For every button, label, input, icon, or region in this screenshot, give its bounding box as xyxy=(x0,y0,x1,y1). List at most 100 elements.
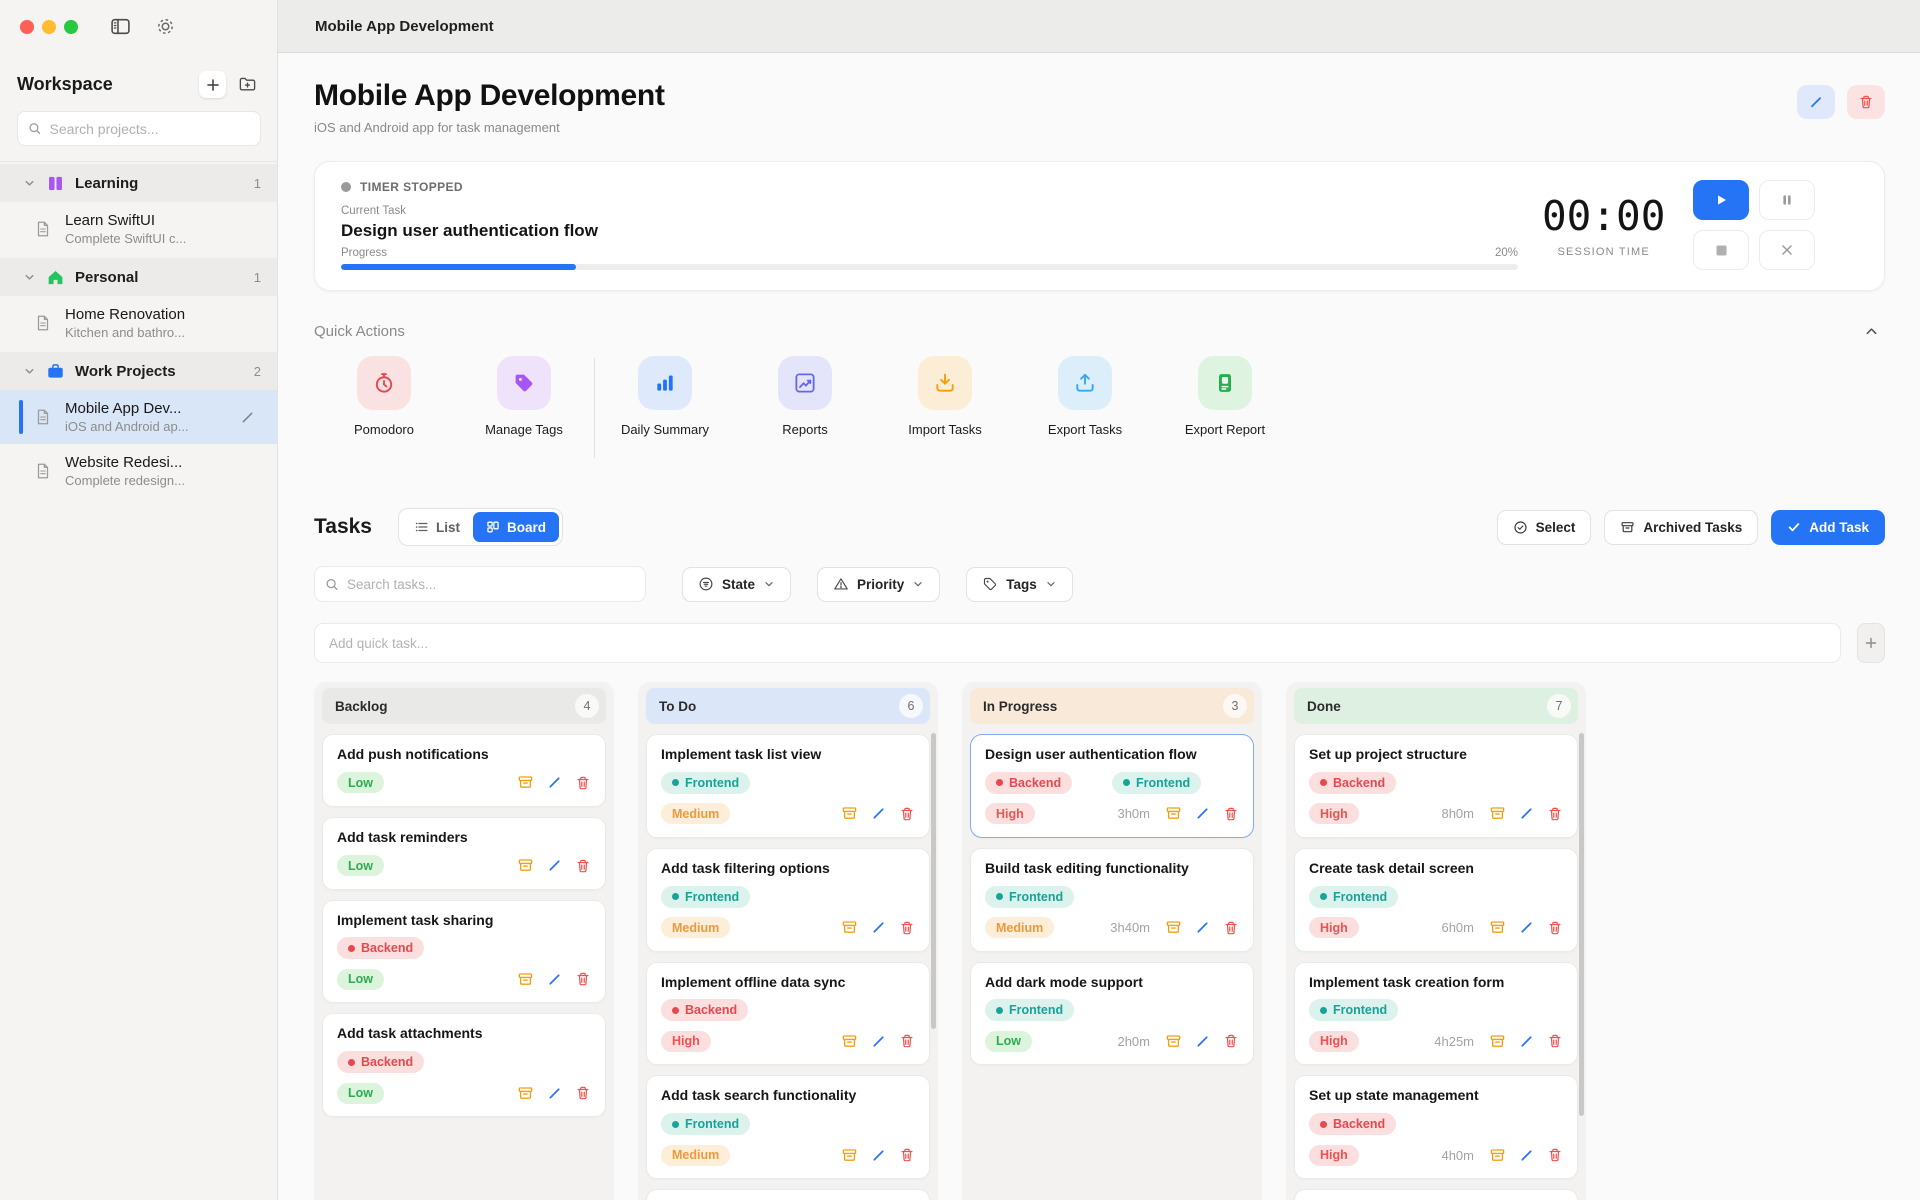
task-card-design-user-authentication-flow[interactable]: Design user authentication flow BackendF… xyxy=(970,734,1254,838)
archive-task-icon[interactable] xyxy=(1165,919,1182,936)
archive-task-icon[interactable] xyxy=(841,1147,858,1164)
quick-action-manage-tags[interactable]: Manage Tags xyxy=(454,356,594,437)
edit-task-icon[interactable] xyxy=(547,972,562,987)
project-search-input[interactable] xyxy=(50,121,250,137)
quick-add-task-button[interactable] xyxy=(1857,623,1885,663)
archive-task-icon[interactable] xyxy=(1489,919,1506,936)
task-card-set-up-state-management[interactable]: Set up state management Backend High 4h0… xyxy=(1294,1075,1578,1179)
edit-task-icon[interactable] xyxy=(871,1034,886,1049)
task-card-build-task-editing-functionality[interactable]: Build task editing functionality Fronten… xyxy=(970,848,1254,952)
column-scrollbar[interactable] xyxy=(931,733,936,1029)
edit-task-icon[interactable] xyxy=(871,1148,886,1163)
delete-task-icon[interactable] xyxy=(899,806,915,822)
archive-task-icon[interactable] xyxy=(517,971,534,988)
archived-tasks-button[interactable]: Archived Tasks xyxy=(1604,510,1758,545)
select-tasks-button[interactable]: Select xyxy=(1497,510,1592,545)
add-project-button[interactable] xyxy=(199,71,226,98)
quick-action-reports[interactable]: Reports xyxy=(735,356,875,437)
task-card-add-task-attachments[interactable]: Add task attachments Backend Low xyxy=(322,1013,606,1117)
timer-close-button[interactable] xyxy=(1759,230,1815,270)
add-folder-button[interactable] xyxy=(234,71,261,98)
archive-task-icon[interactable] xyxy=(1165,1033,1182,1050)
timer-stop-button[interactable] xyxy=(1693,230,1749,270)
delete-task-icon[interactable] xyxy=(899,1033,915,1049)
quick-action-daily-summary[interactable]: Daily Summary xyxy=(595,356,735,437)
edit-task-icon[interactable] xyxy=(871,920,886,935)
task-card-implement-task-creation-form[interactable]: Implement task creation form Frontend Hi… xyxy=(1294,962,1578,1066)
task-card-add-task-filtering-options[interactable]: Add task filtering options Frontend Medi… xyxy=(646,848,930,952)
zoom-window-button[interactable] xyxy=(64,20,78,34)
delete-task-icon[interactable] xyxy=(575,858,591,874)
task-card-add-task-search-functionality[interactable]: Add task search functionality Frontend M… xyxy=(646,1075,930,1179)
sidebar-toggle-icon[interactable] xyxy=(110,16,131,37)
task-card-add-task-reminders[interactable]: Add task reminders Low xyxy=(322,817,606,890)
column-scrollbar[interactable] xyxy=(1579,733,1584,1116)
delete-task-icon[interactable] xyxy=(1547,1033,1563,1049)
edit-task-icon[interactable] xyxy=(1195,1034,1210,1049)
task-search[interactable] xyxy=(314,566,646,602)
edit-task-icon[interactable] xyxy=(547,775,562,790)
delete-task-icon[interactable] xyxy=(1223,1033,1239,1049)
quick-action-import-tasks[interactable]: Import Tasks xyxy=(875,356,1015,437)
archive-task-icon[interactable] xyxy=(1489,805,1506,822)
delete-project-button[interactable] xyxy=(1847,85,1885,119)
task-card-design-app-icon-and-splash-screen[interactable]: Design app icon and splash screen xyxy=(1294,1189,1578,1200)
close-window-button[interactable] xyxy=(20,20,34,34)
archive-task-icon[interactable] xyxy=(1489,1033,1506,1050)
edit-pencil-icon[interactable] xyxy=(240,410,263,425)
settings-gear-icon[interactable] xyxy=(155,16,176,37)
timer-pause-button[interactable] xyxy=(1759,180,1815,220)
delete-task-icon[interactable] xyxy=(575,971,591,987)
view-board-tab[interactable]: Board xyxy=(473,512,559,542)
edit-project-button[interactable] xyxy=(1797,85,1835,119)
edit-task-icon[interactable] xyxy=(1195,920,1210,935)
priority-filter-button[interactable]: Priority xyxy=(817,567,940,602)
sidebar-project-website-redesi[interactable]: Website Redesi... Complete redesign... xyxy=(0,444,277,498)
delete-task-icon[interactable] xyxy=(575,1085,591,1101)
collapse-quick-actions-icon[interactable] xyxy=(1864,324,1885,339)
section-header-learning[interactable]: Learning 1 xyxy=(0,164,277,202)
archive-task-icon[interactable] xyxy=(517,1085,534,1102)
delete-task-icon[interactable] xyxy=(1547,806,1563,822)
delete-task-icon[interactable] xyxy=(1223,920,1239,936)
timer-play-button[interactable] xyxy=(1693,180,1749,220)
task-card-implement-offline-data-sync[interactable]: Implement offline data sync Backend High xyxy=(646,962,930,1066)
task-card-create-task-detail-screen[interactable]: Create task detail screen Frontend High … xyxy=(1294,848,1578,952)
state-filter-button[interactable]: State xyxy=(682,567,791,602)
task-card-implement-task-sharing[interactable]: Implement task sharing Backend Low xyxy=(322,900,606,1004)
delete-task-icon[interactable] xyxy=(1547,920,1563,936)
task-search-input[interactable] xyxy=(347,577,635,592)
delete-task-icon[interactable] xyxy=(899,1147,915,1163)
archive-task-icon[interactable] xyxy=(517,774,534,791)
edit-task-icon[interactable] xyxy=(1519,1034,1534,1049)
edit-task-icon[interactable] xyxy=(1519,920,1534,935)
task-card-create-settings-screen[interactable]: Create settings screen xyxy=(646,1189,930,1200)
delete-task-icon[interactable] xyxy=(575,775,591,791)
minimize-window-button[interactable] xyxy=(42,20,56,34)
quick-add-task-input[interactable] xyxy=(314,623,1841,663)
archive-task-icon[interactable] xyxy=(841,1033,858,1050)
quick-action-export-report[interactable]: Export Report xyxy=(1155,356,1295,437)
quick-action-pomodoro[interactable]: Pomodoro xyxy=(314,356,454,437)
quick-action-export-tasks[interactable]: Export Tasks xyxy=(1015,356,1155,437)
edit-task-icon[interactable] xyxy=(547,858,562,873)
archive-task-icon[interactable] xyxy=(1165,805,1182,822)
archive-task-icon[interactable] xyxy=(1489,1147,1506,1164)
task-card-implement-task-list-view[interactable]: Implement task list view Frontend Medium xyxy=(646,734,930,838)
sidebar-project-learn-swiftui[interactable]: Learn SwiftUI Complete SwiftUI c... xyxy=(0,202,277,256)
edit-task-icon[interactable] xyxy=(1519,806,1534,821)
task-card-set-up-project-structure[interactable]: Set up project structure Backend High 8h… xyxy=(1294,734,1578,838)
sidebar-project-mobile-app-dev[interactable]: Mobile App Dev... iOS and Android ap... xyxy=(0,390,277,444)
edit-task-icon[interactable] xyxy=(1195,806,1210,821)
add-task-button[interactable]: Add Task xyxy=(1771,510,1885,545)
section-header-work-projects[interactable]: Work Projects 2 xyxy=(0,352,277,390)
archive-task-icon[interactable] xyxy=(517,857,534,874)
archive-task-icon[interactable] xyxy=(841,805,858,822)
edit-task-icon[interactable] xyxy=(1519,1148,1534,1163)
task-card-add-dark-mode-support[interactable]: Add dark mode support Frontend Low 2h0m xyxy=(970,962,1254,1066)
view-list-tab[interactable]: List xyxy=(402,512,473,542)
tags-filter-button[interactable]: Tags xyxy=(966,567,1073,602)
sidebar-project-home-renovation[interactable]: Home Renovation Kitchen and bathro... xyxy=(0,296,277,350)
section-header-personal[interactable]: Personal 1 xyxy=(0,258,277,296)
task-card-add-push-notifications[interactable]: Add push notifications Low xyxy=(322,734,606,807)
